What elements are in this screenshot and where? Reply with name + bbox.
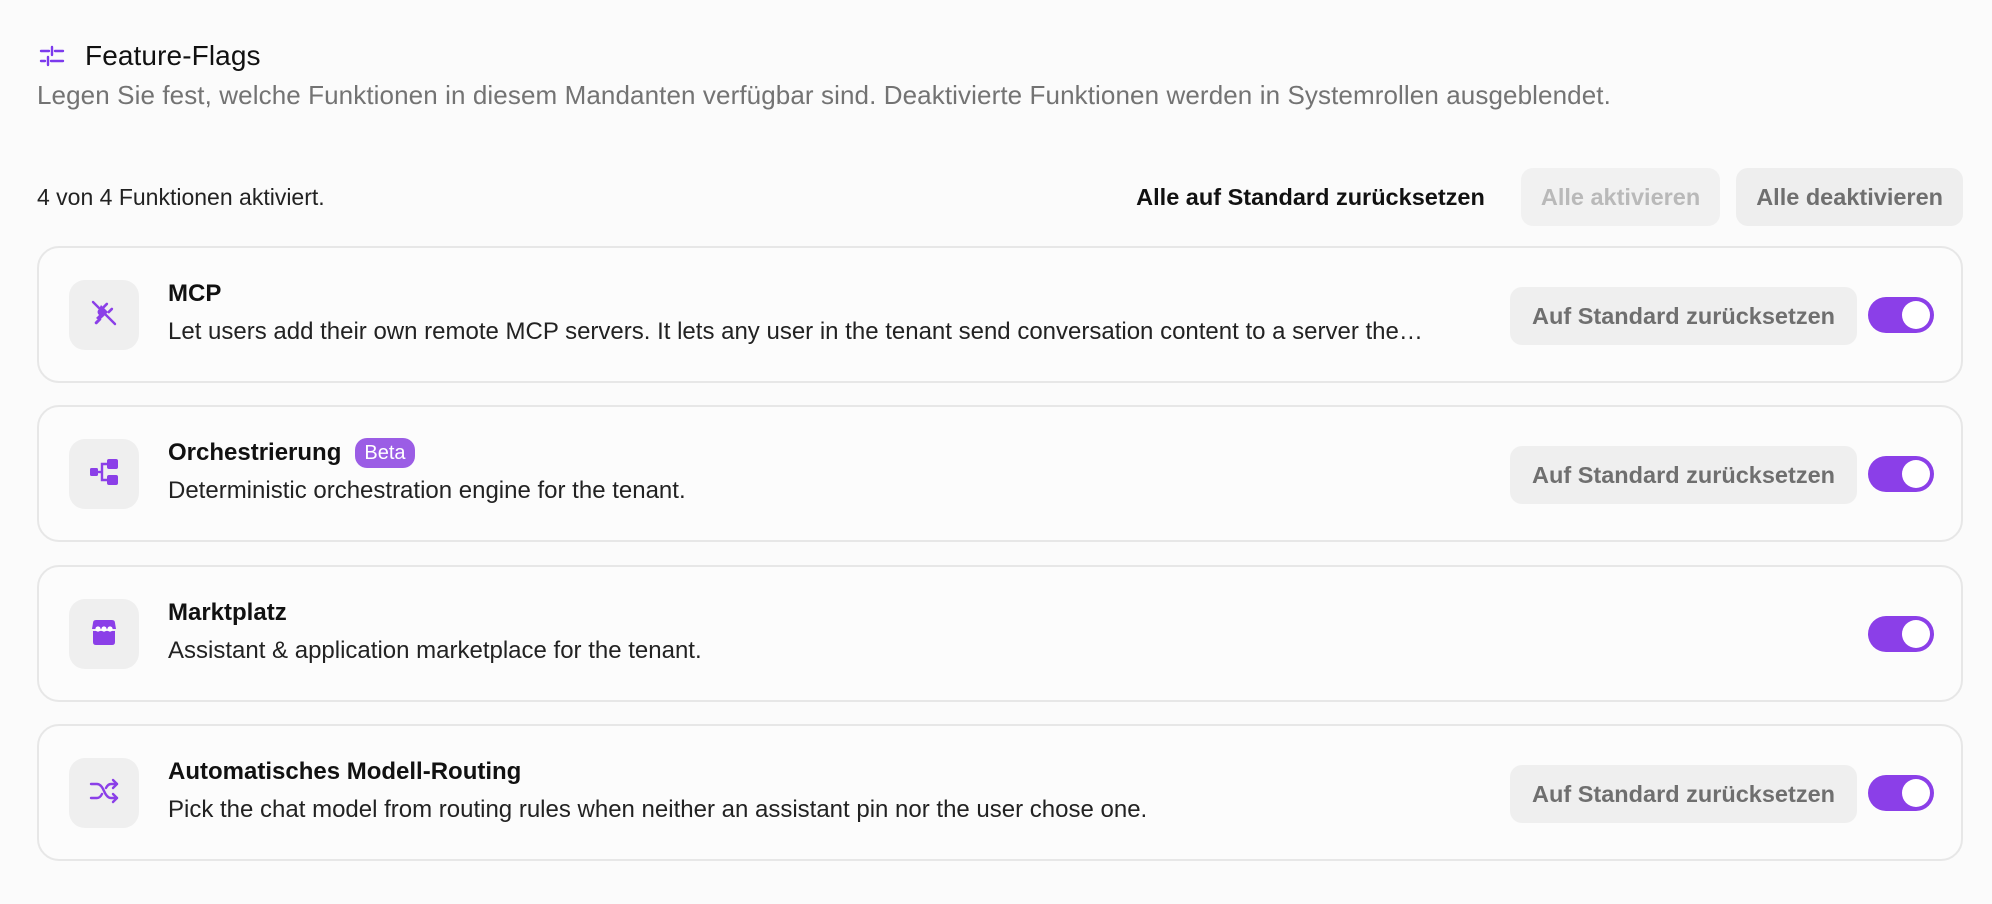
reset-default-button[interactable]: Auf Standard zurücksetzen <box>1510 446 1857 504</box>
reset-default-button[interactable]: Auf Standard zurücksetzen <box>1510 765 1857 823</box>
store-icon <box>87 615 121 654</box>
feature-title: MCP <box>168 280 222 307</box>
feature-title-row: Orchestrierung Beta <box>168 437 1461 469</box>
feature-title-row: Marktplatz <box>168 597 1461 629</box>
feature-icon-container <box>69 758 139 828</box>
feature-text: Marktplatz Assistant & application marke… <box>168 597 1461 665</box>
feature-toggle[interactable] <box>1868 616 1934 652</box>
reset-default-button[interactable]: Auf Standard zurücksetzen <box>1510 287 1857 345</box>
feature-card-model-routing: Automatisches Modell-Routing Pick the ch… <box>37 724 1963 861</box>
feature-card-marketplace: Marktplatz Assistant & application marke… <box>37 565 1963 702</box>
feature-description: Deterministic orchestration engine for t… <box>168 477 686 504</box>
toggle-knob <box>1902 460 1930 488</box>
feature-toggle[interactable] <box>1868 775 1934 811</box>
page-title: Feature-Flags <box>85 40 261 71</box>
feature-icon-container <box>69 439 139 509</box>
shuffle-icon <box>87 774 121 813</box>
feature-title: Automatisches Modell-Routing <box>168 758 522 785</box>
sliders-icon <box>37 41 67 71</box>
feature-description: Assistant & application marketplace for … <box>168 637 702 664</box>
feature-text: Automatisches Modell-Routing Pick the ch… <box>168 756 1461 824</box>
toggle-knob <box>1902 779 1930 807</box>
feature-title: Orchestrierung <box>168 439 342 466</box>
feature-card-orchestration: Orchestrierung Beta Deterministic orches… <box>37 405 1963 542</box>
feature-description: Let users add their own remote MCP serve… <box>168 318 1423 345</box>
disable-all-button[interactable]: Alle deaktivieren <box>1736 168 1963 226</box>
workflow-icon <box>87 455 121 494</box>
feature-title-row: MCP <box>168 278 1461 310</box>
enable-all-button[interactable]: Alle aktivieren <box>1520 168 1721 226</box>
feature-icon-container <box>69 280 139 350</box>
feature-card-mcp: MCP Let users add their own remote MCP s… <box>37 246 1963 383</box>
feature-title-row: Automatisches Modell-Routing <box>168 756 1461 788</box>
feature-description: Pick the chat model from routing rules w… <box>168 796 1148 823</box>
title-row: Feature-Flags <box>37 38 1957 74</box>
page-subtitle: Legen Sie fest, welche Funktionen in die… <box>37 80 1611 110</box>
reset-all-button[interactable]: Alle auf Standard zurücksetzen <box>1136 184 1485 211</box>
beta-badge: Beta <box>355 438 415 468</box>
feature-text: MCP Let users add their own remote MCP s… <box>168 278 1461 346</box>
plug-off-icon <box>87 296 121 335</box>
enabled-count: 4 von 4 Funktionen aktiviert. <box>37 183 325 210</box>
feature-text: Orchestrierung Beta Deterministic orches… <box>168 437 1461 505</box>
toggle-knob <box>1902 301 1930 329</box>
feature-title: Marktplatz <box>168 599 287 626</box>
feature-toggle[interactable] <box>1868 456 1934 492</box>
toolbar: 4 von 4 Funktionen aktiviert. Alle auf S… <box>37 168 1963 226</box>
page-header: Feature-Flags Legen Sie fest, welche Fun… <box>37 38 1957 111</box>
feature-icon-container <box>69 599 139 669</box>
feature-toggle[interactable] <box>1868 297 1934 333</box>
toggle-knob <box>1902 620 1930 648</box>
